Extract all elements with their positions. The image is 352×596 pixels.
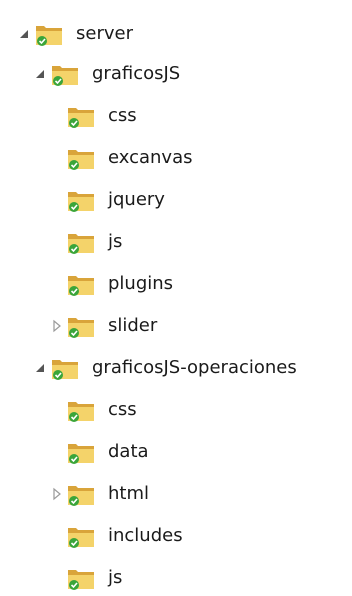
tree-node-label: plugins	[108, 273, 174, 294]
tree-node-label: data	[108, 441, 149, 462]
tree-node-label: graficosJS	[92, 63, 181, 84]
tree-node-label: slider	[108, 315, 158, 336]
tree-node-label: server	[76, 23, 133, 44]
tree-node-label: js	[108, 567, 123, 588]
tree-node-excanvas[interactable]: excanvas	[66, 142, 193, 174]
synced-folder-icon	[66, 145, 96, 171]
expanded-arrow-icon[interactable]	[34, 361, 48, 375]
tree-node-includes[interactable]: includes	[66, 520, 183, 552]
synced-folder-icon	[50, 61, 80, 87]
tree-node-label: jquery	[108, 189, 165, 210]
synced-folder-icon	[66, 103, 96, 129]
collapsed-arrow-icon[interactable]	[50, 487, 64, 501]
synced-folder-icon	[66, 397, 96, 423]
tree-node-js[interactable]: js	[66, 226, 122, 258]
tree-node-label: includes	[108, 525, 183, 546]
synced-folder-icon	[50, 355, 80, 381]
tree-node-label: excanvas	[108, 147, 193, 168]
tree-node-server[interactable]: server	[18, 18, 133, 50]
synced-folder-icon	[34, 21, 64, 47]
folder-tree: server graficosJS css excanvas jquery js…	[0, 0, 352, 595]
tree-node-label: html	[108, 483, 150, 504]
tree-node-data[interactable]: data	[66, 436, 149, 468]
synced-folder-icon	[66, 481, 96, 507]
tree-node-graficosjs-operaciones[interactable]: graficosJS-operaciones	[34, 352, 297, 384]
expanded-arrow-icon[interactable]	[34, 67, 48, 81]
synced-folder-icon	[66, 523, 96, 549]
collapsed-arrow-icon[interactable]	[50, 319, 64, 333]
synced-folder-icon	[66, 565, 96, 591]
tree-node-css[interactable]: css	[66, 100, 137, 132]
tree-node-plugins[interactable]: plugins	[66, 268, 173, 300]
tree-node-css[interactable]: css	[66, 394, 137, 426]
tree-node-graficosjs[interactable]: graficosJS	[34, 58, 180, 90]
synced-folder-icon	[66, 271, 96, 297]
tree-node-jquery[interactable]: jquery	[66, 184, 165, 216]
synced-folder-icon	[66, 313, 96, 339]
tree-node-slider[interactable]: slider	[50, 310, 157, 342]
tree-node-label: js	[108, 231, 123, 252]
synced-folder-icon	[66, 187, 96, 213]
expanded-arrow-icon[interactable]	[18, 27, 32, 41]
tree-node-html[interactable]: html	[50, 478, 149, 510]
tree-node-label: graficosJS-operaciones	[92, 357, 297, 378]
synced-folder-icon	[66, 229, 96, 255]
tree-node-label: css	[108, 105, 137, 126]
synced-folder-icon	[66, 439, 96, 465]
tree-node-js[interactable]: js	[66, 562, 122, 594]
tree-node-label: css	[108, 399, 137, 420]
